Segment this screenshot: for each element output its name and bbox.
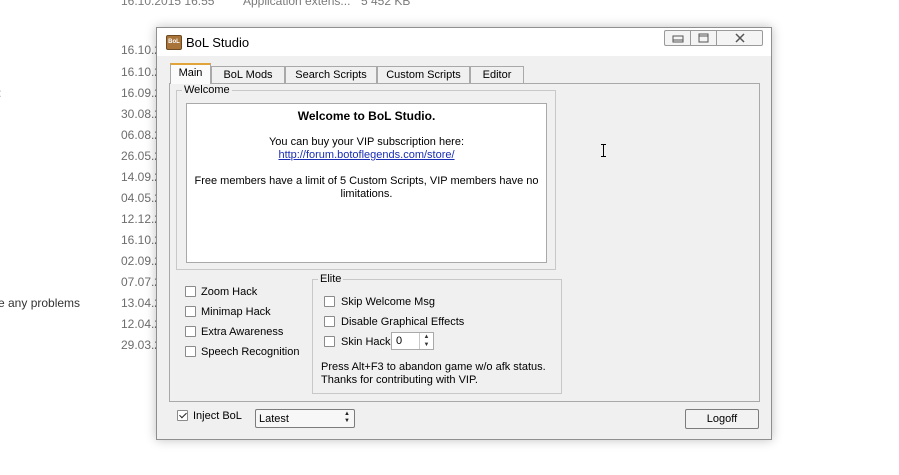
close-icon [734,33,745,43]
speech-recognition-label[interactable]: Speech Recognition [201,346,299,358]
vip-text: You can buy your VIP subscription here: [268,136,465,148]
tab-editor[interactable]: Editor [470,66,524,83]
version-select-value[interactable]: Latest [259,413,289,425]
skin-hack-value[interactable]: 0 [396,335,402,347]
tab-bol-mods[interactable]: BoL Mods [211,66,285,83]
column-header-size: 5 452 KB [361,0,411,8]
logoff-button[interactable]: Logoff [685,409,759,429]
maximize-button[interactable] [690,30,717,46]
minimize-icon [672,35,683,43]
welcome-title: Welcome to BoL Studio. [297,109,436,123]
extra-awareness-label[interactable]: Extra Awareness [201,326,283,338]
updown-arrows-icon: ▲ ▼ [344,411,350,424]
minimap-hack-label[interactable]: Minimap Hack [201,306,271,318]
column-header-date: 16.10.2015 16:55 [121,0,215,8]
column-header-type: Application extens... [243,0,351,8]
version-select[interactable]: Latest ▲ ▼ [255,409,355,428]
tab-main[interactable]: Main [170,63,211,84]
tab-custom-scripts[interactable]: Custom Scripts [377,66,470,83]
close-button[interactable] [717,30,763,46]
skip-welcome-label[interactable]: Skip Welcome Msg [341,296,435,308]
zoom-hack-checkbox[interactable] [185,286,196,297]
extra-awareness-checkbox[interactable] [185,326,196,337]
app-icon: BoL [166,35,182,50]
inject-bol-label[interactable]: Inject BoL [193,410,242,422]
skip-welcome-checkbox[interactable] [324,296,335,307]
minimap-hack-checkbox[interactable] [185,306,196,317]
elite-group-label: Elite [320,273,342,285]
maximize-icon [698,33,709,43]
store-link[interactable]: http://forum.botoflegends.com/store/ [278,149,454,161]
window-title: BoL Studio [186,35,250,50]
inject-bol-checkbox[interactable] [177,410,188,421]
elite-note-line2: Thanks for contributing with VIP. [321,374,478,386]
speech-recognition-checkbox[interactable] [185,346,196,357]
limit-text-line2: limitations. [340,188,393,200]
stepper-arrows-icon[interactable]: ▲ ▼ [419,333,433,349]
text-cursor-icon [601,144,606,157]
welcome-group-label: Welcome [184,84,230,96]
title-bar[interactable]: BoL BoL Studio [157,28,771,56]
disable-graphical-effects-label[interactable]: Disable Graphical Effects [341,316,464,328]
skin-hack-checkbox[interactable] [324,336,335,347]
minimize-button[interactable] [664,30,690,46]
disable-graphical-effects-checkbox[interactable] [324,316,335,327]
background-text: : [0,86,1,100]
skin-hack-label[interactable]: Skin Hack [341,336,391,348]
zoom-hack-label[interactable]: Zoom Hack [201,286,257,298]
tab-search-scripts[interactable]: Search Scripts [285,66,377,83]
welcome-message-box: Welcome to BoL Studio. You can buy your … [186,103,547,263]
skin-hack-stepper[interactable]: 0 ▲ ▼ [391,332,434,350]
background-text: e any problems [0,296,81,310]
elite-note-line1: Press Alt+F3 to abandon game w/o afk sta… [321,361,546,373]
bol-studio-window: BoL BoL Studio Main BoL Mods Search Scri… [156,27,772,440]
limit-text-line1: Free members have a limit of 5 Custom Sc… [194,175,539,187]
